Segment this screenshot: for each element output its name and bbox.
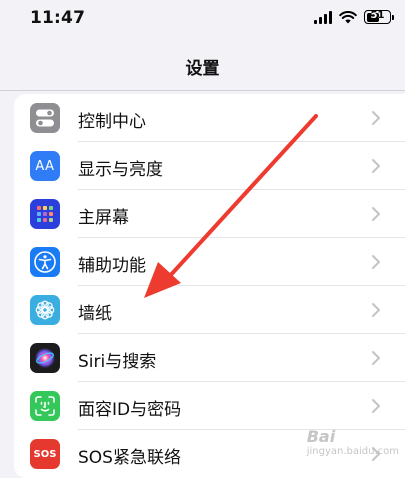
watermark-sub: jingyan.baidu.com — [306, 446, 399, 457]
wallpaper-icon — [30, 295, 60, 325]
nav-divider — [0, 90, 405, 91]
cellular-signal-icon — [314, 10, 332, 24]
chevron-right-icon — [372, 351, 380, 365]
settings-row-display-brightness[interactable]: AA 显示与亮度 — [14, 142, 405, 190]
chevron-right-icon — [372, 255, 380, 269]
sos-glyph: SOS — [33, 448, 57, 460]
battery-level: 51 — [370, 10, 385, 21]
control-center-icon — [30, 103, 60, 133]
settings-row-control-center[interactable]: 控制中心 — [14, 94, 405, 142]
settings-row-label: 面容ID与密码 — [78, 400, 182, 420]
siri-icon — [30, 343, 60, 373]
watermark-brand: Bai — [306, 427, 336, 446]
battery-icon: 51 — [364, 10, 394, 24]
settings-row-siri-search[interactable]: Siri与搜索 — [14, 334, 405, 382]
face-id-icon — [30, 391, 60, 421]
accessibility-icon — [30, 247, 60, 277]
settings-row-label: 墙纸 — [78, 304, 112, 324]
settings-row-label: Siri与搜索 — [78, 352, 157, 372]
page-title: 设置 — [185, 59, 220, 79]
watermark: Bai jingyan.baidu.com — [307, 427, 399, 457]
settings-row-home-screen[interactable]: 主屏幕 — [14, 190, 405, 238]
sos-icon: SOS — [30, 439, 60, 469]
chevron-right-icon — [372, 159, 380, 173]
settings-row-label: 显示与亮度 — [78, 160, 163, 180]
wifi-icon — [339, 10, 357, 23]
display-brightness-icon: AA — [30, 151, 60, 181]
chevron-right-icon — [372, 303, 380, 317]
settings-list: 控制中心 AA 显示与亮度 主屏幕 辅助功能 墙纸 Siri与搜索 面容ID与密… — [14, 94, 405, 478]
settings-row-label: 控制中心 — [78, 112, 146, 132]
chevron-right-icon — [372, 399, 380, 413]
display-brightness-glyph: AA — [35, 158, 55, 174]
status-icons: 51 — [314, 10, 394, 24]
home-screen-icon — [30, 199, 60, 229]
settings-row-label: 辅助功能 — [78, 256, 146, 276]
settings-row-face-id[interactable]: 面容ID与密码 — [14, 382, 405, 430]
settings-row-wallpaper[interactable]: 墙纸 — [14, 286, 405, 334]
chevron-right-icon — [372, 111, 380, 125]
chevron-right-icon — [372, 207, 380, 221]
status-bar: 11:47 51 — [0, 0, 405, 40]
settings-row-label: SOS紧急联络 — [78, 448, 181, 468]
settings-row-accessibility[interactable]: 辅助功能 — [14, 238, 405, 286]
status-time: 11:47 — [30, 8, 86, 28]
settings-row-label: 主屏幕 — [78, 208, 129, 228]
